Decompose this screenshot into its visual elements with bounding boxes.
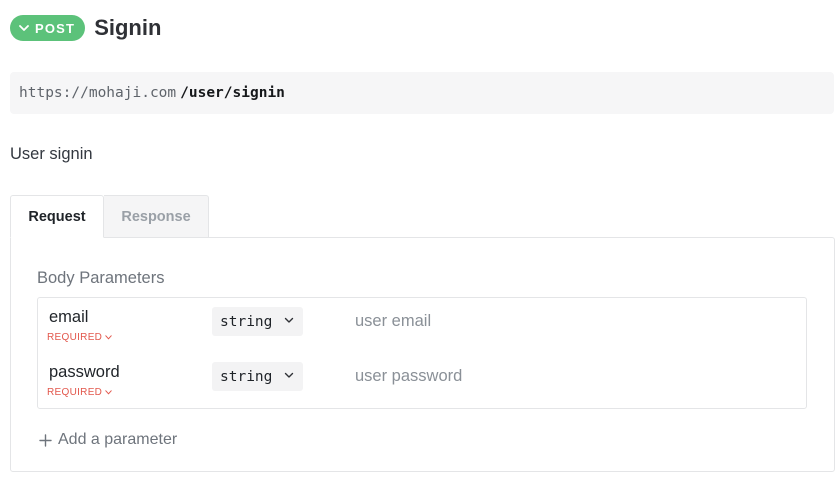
chevron-down-icon <box>105 335 112 340</box>
param-description-input[interactable] <box>354 359 784 393</box>
endpoint-header: POST Signin <box>10 14 161 42</box>
method-label: POST <box>35 20 76 36</box>
required-toggle[interactable]: REQUIRED <box>47 387 112 398</box>
chevron-down-icon <box>284 372 294 378</box>
url-path: /user/signin <box>180 85 285 101</box>
type-select[interactable]: string <box>212 362 303 391</box>
param-name: email <box>49 308 89 326</box>
type-value: string <box>220 313 273 330</box>
url-bar: https://mohaji.com /user/signin <box>10 72 834 114</box>
add-parameter-label: Add a parameter <box>58 431 178 448</box>
request-panel: Body Parameters email REQUIRED string pa… <box>10 237 835 472</box>
page-title: Signin <box>94 15 162 40</box>
add-parameter-button[interactable]: Add a parameter <box>39 431 177 449</box>
tab-bar: Request Response <box>10 195 209 238</box>
plus-icon <box>39 433 52 447</box>
chevron-down-icon <box>105 390 112 395</box>
param-description-input[interactable] <box>354 304 784 338</box>
tab-response[interactable]: Response <box>104 195 209 238</box>
parameter-row: email REQUIRED string <box>38 298 806 353</box>
chevron-down-icon <box>19 24 29 31</box>
type-value: string <box>220 368 273 385</box>
section-title: Body Parameters <box>37 269 165 287</box>
type-select[interactable]: string <box>212 307 303 336</box>
parameters-table: email REQUIRED string password REQUIRED <box>37 297 807 409</box>
param-name: password <box>49 363 120 381</box>
chevron-down-icon <box>284 317 294 323</box>
url-base: https://mohaji.com <box>19 85 177 101</box>
endpoint-description: User signin <box>10 145 93 163</box>
tab-request[interactable]: Request <box>10 195 104 238</box>
required-toggle[interactable]: REQUIRED <box>47 332 112 343</box>
required-label: REQUIRED <box>47 387 103 398</box>
method-badge[interactable]: POST <box>10 15 86 41</box>
parameter-row: password REQUIRED string <box>38 353 806 408</box>
required-label: REQUIRED <box>47 332 103 343</box>
